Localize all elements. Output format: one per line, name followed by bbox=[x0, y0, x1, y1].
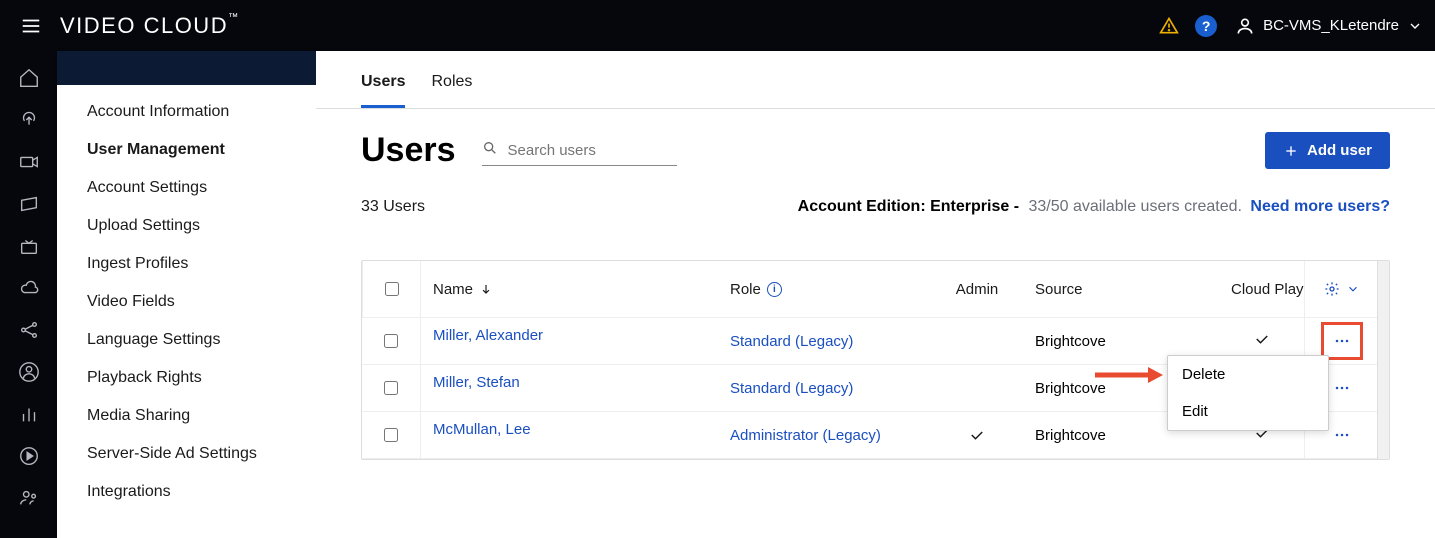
header-cloud-playout[interactable]: Cloud Playou bbox=[1231, 281, 1304, 298]
search-icon bbox=[482, 140, 498, 161]
check-icon bbox=[1253, 330, 1271, 348]
row-actions-button[interactable] bbox=[1326, 374, 1358, 402]
user-role[interactable]: Administrator (Legacy) bbox=[730, 427, 881, 444]
user-role[interactable]: Standard (Legacy) bbox=[730, 380, 853, 397]
main-content: Users Roles Users Add user 33 Users Acco… bbox=[316, 51, 1435, 538]
user-admin bbox=[931, 335, 1023, 347]
help-icon[interactable]: ? bbox=[1195, 15, 1217, 37]
app-header: VIDEO CLOUD ™ ? BC-VMS_KLetendre bbox=[0, 0, 1435, 51]
user-email-redacted bbox=[433, 344, 583, 356]
play-icon[interactable] bbox=[18, 445, 40, 467]
row-checkbox[interactable] bbox=[384, 428, 398, 442]
menu-icon[interactable] bbox=[20, 15, 42, 37]
header-source[interactable]: Source bbox=[1035, 281, 1083, 298]
select-all-checkbox[interactable] bbox=[385, 282, 399, 296]
analytics-icon[interactable] bbox=[18, 403, 40, 425]
column-settings[interactable] bbox=[1324, 281, 1360, 297]
cloud-icon[interactable] bbox=[18, 277, 40, 299]
sidebar-item-integrations[interactable]: Integrations bbox=[57, 473, 316, 511]
chevron-down-icon bbox=[1346, 282, 1360, 296]
user-name-link[interactable]: Miller, Alexander bbox=[433, 327, 706, 344]
sidebar-header bbox=[57, 51, 316, 85]
user-role[interactable]: Standard (Legacy) bbox=[730, 333, 853, 350]
plus-icon bbox=[1283, 143, 1299, 159]
more-icon bbox=[1332, 331, 1352, 351]
icon-rail bbox=[0, 51, 57, 538]
home-icon[interactable] bbox=[18, 67, 40, 89]
available-users: 33/50 available users created. bbox=[1028, 198, 1241, 215]
sidebar-item-ssai[interactable]: Server-Side Ad Settings bbox=[57, 435, 316, 473]
users-table: Name Role i Admin Source Cloud Playou bbox=[361, 260, 1390, 460]
add-user-button[interactable]: Add user bbox=[1265, 132, 1390, 169]
add-user-label: Add user bbox=[1307, 142, 1372, 159]
user-email-redacted bbox=[433, 391, 583, 403]
settings-sidebar: Account Information User Management Acco… bbox=[57, 51, 316, 538]
user-count: 33 Users bbox=[361, 198, 425, 216]
sidebar-item-media-sharing[interactable]: Media Sharing bbox=[57, 397, 316, 435]
edition-info: Account Edition: Enterprise - 33/50 avai… bbox=[798, 198, 1390, 216]
camera-icon[interactable] bbox=[18, 151, 40, 173]
account-switcher[interactable]: BC-VMS_KLetendre bbox=[1235, 16, 1423, 36]
user-admin bbox=[931, 420, 1023, 450]
need-more-link[interactable]: Need more users? bbox=[1250, 198, 1390, 215]
row-actions-button[interactable] bbox=[1326, 327, 1358, 355]
header-role[interactable]: Role bbox=[730, 281, 761, 298]
menu-delete[interactable]: Delete bbox=[1168, 356, 1328, 393]
tab-bar: Users Roles bbox=[316, 51, 1435, 109]
sidebar-item-account-info[interactable]: Account Information bbox=[57, 93, 316, 131]
tab-roles[interactable]: Roles bbox=[431, 73, 472, 108]
gallery-icon[interactable] bbox=[18, 193, 40, 215]
search-field[interactable] bbox=[482, 136, 677, 166]
share-icon[interactable] bbox=[18, 319, 40, 341]
sidebar-item-account-settings[interactable]: Account Settings bbox=[57, 169, 316, 207]
row-checkbox[interactable] bbox=[384, 334, 398, 348]
upload-icon[interactable] bbox=[18, 109, 40, 131]
gear-icon bbox=[1324, 281, 1340, 297]
chevron-down-icon bbox=[1407, 18, 1423, 34]
live-icon[interactable] bbox=[18, 235, 40, 257]
check-icon bbox=[968, 426, 986, 444]
user-name-link[interactable]: McMullan, Lee bbox=[433, 421, 706, 438]
admin-icon[interactable] bbox=[18, 487, 40, 509]
sort-down-icon bbox=[479, 282, 493, 296]
user-source: Brightcove bbox=[1035, 427, 1106, 444]
scrollbar[interactable] bbox=[1377, 261, 1389, 459]
sidebar-item-language-settings[interactable]: Language Settings bbox=[57, 321, 316, 359]
sidebar-item-ingest-profiles[interactable]: Ingest Profiles bbox=[57, 245, 316, 283]
header-name[interactable]: Name bbox=[433, 281, 473, 298]
menu-edit[interactable]: Edit bbox=[1168, 393, 1328, 430]
table-header: Name Role i Admin Source Cloud Playou bbox=[362, 261, 1389, 318]
edition-label: Account Edition: Enterprise - bbox=[798, 198, 1019, 215]
sidebar-item-playback-rights[interactable]: Playback Rights bbox=[57, 359, 316, 397]
more-icon bbox=[1332, 425, 1352, 445]
user-admin bbox=[931, 382, 1023, 394]
account-name: BC-VMS_KLetendre bbox=[1263, 17, 1399, 34]
trademark: ™ bbox=[228, 12, 238, 23]
header-admin[interactable]: Admin bbox=[956, 281, 999, 298]
tab-users[interactable]: Users bbox=[361, 73, 405, 108]
user-email-redacted bbox=[433, 438, 583, 450]
annotation-arrow bbox=[1093, 365, 1163, 389]
page-title: Users bbox=[361, 131, 456, 170]
user-source: Brightcove bbox=[1035, 333, 1106, 350]
warning-icon[interactable] bbox=[1159, 16, 1179, 36]
info-icon[interactable]: i bbox=[767, 282, 782, 297]
sidebar-item-video-fields[interactable]: Video Fields bbox=[57, 283, 316, 321]
user-icon bbox=[1235, 16, 1255, 36]
audience-icon[interactable] bbox=[18, 361, 40, 383]
product-logo: VIDEO CLOUD bbox=[60, 13, 228, 39]
sidebar-item-user-management[interactable]: User Management bbox=[57, 131, 316, 169]
sidebar-item-upload-settings[interactable]: Upload Settings bbox=[57, 207, 316, 245]
row-actions-menu: Delete Edit bbox=[1167, 355, 1329, 431]
row-checkbox[interactable] bbox=[384, 381, 398, 395]
search-input[interactable] bbox=[508, 142, 677, 159]
more-icon bbox=[1332, 378, 1352, 398]
row-actions-button[interactable] bbox=[1326, 421, 1358, 449]
user-name-link[interactable]: Miller, Stefan bbox=[433, 374, 706, 391]
